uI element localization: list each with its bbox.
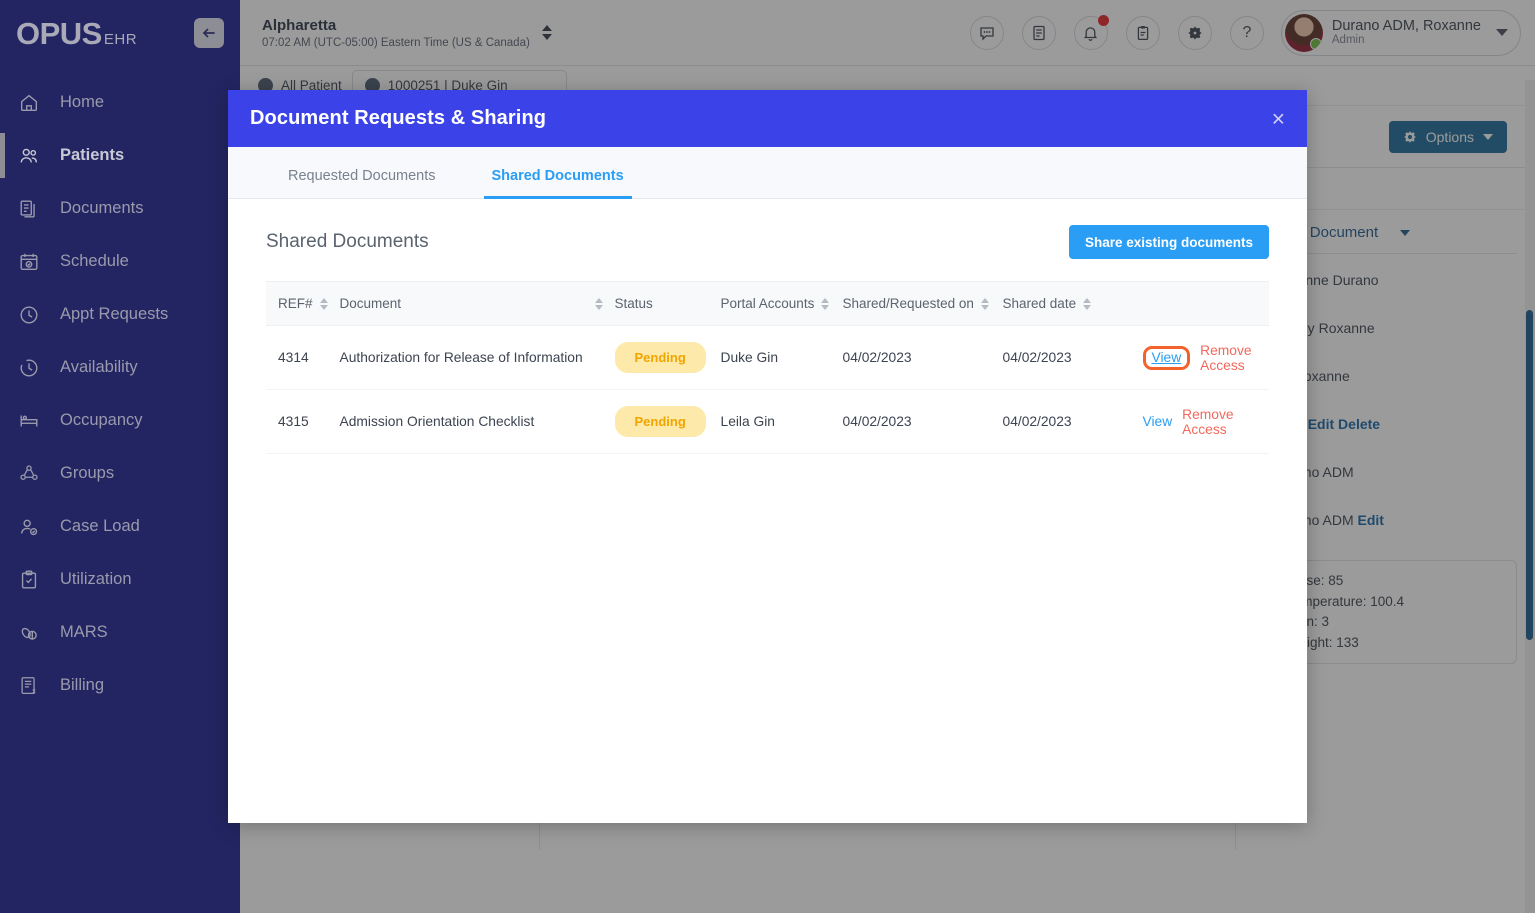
table-row: 4315 Admission Orientation Checklist Pen… [266, 389, 1269, 454]
table-row: 4314 Authorization for Release of Inform… [266, 325, 1269, 390]
column-status: Status [608, 281, 715, 326]
sidebar-item-label: Appt Requests [60, 305, 169, 323]
column-shared-requested-on[interactable]: Shared/Requested on [836, 281, 997, 326]
group-icon [16, 461, 42, 487]
view-link[interactable]: View [1142, 345, 1191, 370]
sidebar-item-schedule[interactable]: Schedule [0, 235, 240, 288]
calendar-check-icon [16, 249, 42, 275]
invoice-dollar-icon [16, 673, 42, 699]
sidebar-item-label: Utilization [60, 570, 132, 588]
column-document[interactable]: Document [333, 281, 609, 326]
column-actions [1136, 281, 1269, 326]
clipboard-check-icon [16, 567, 42, 593]
cell-actions: View Remove Access [1136, 389, 1269, 454]
column-ref[interactable]: REF# [266, 281, 334, 326]
column-label: Shared date [1002, 296, 1077, 311]
cell-portal-account: Duke Gin [714, 325, 837, 390]
modal-title: Document Requests & Sharing [250, 107, 547, 129]
sidebar-item-case-load[interactable]: Case Load [0, 500, 240, 553]
sidebar: OPUS EHR Home Patients Documents Schedul… [0, 0, 240, 913]
status-badge: Pending [614, 342, 706, 373]
cell-shared-requested-on: 04/02/2023 [836, 389, 997, 454]
remove-access-link[interactable]: Remove Access [1182, 407, 1263, 437]
status-badge: Pending [614, 406, 706, 437]
sidebar-nav: Home Patients Documents Schedule Appt Re… [0, 76, 240, 712]
cell-status: Pending [608, 325, 715, 390]
sort-icon[interactable] [980, 297, 989, 310]
sidebar-item-mars[interactable]: MARS [0, 606, 240, 659]
sidebar-item-label: Documents [60, 199, 144, 217]
sidebar-item-home[interactable]: Home [0, 76, 240, 129]
tab-shared-documents[interactable]: Shared Documents [483, 168, 632, 199]
sidebar-item-label: Groups [60, 464, 115, 482]
view-link[interactable]: View [1143, 414, 1173, 429]
column-label: Document [339, 296, 402, 311]
tab-requested-documents[interactable]: Requested Documents [280, 168, 444, 198]
column-label: Status [614, 296, 653, 311]
sort-icon[interactable] [1083, 297, 1092, 310]
sidebar-item-appt-requests[interactable]: Appt Requests [0, 288, 240, 341]
cell-shared-requested-on: 04/02/2023 [836, 325, 997, 390]
clock-icon [16, 302, 42, 328]
column-label: Portal Accounts [720, 296, 815, 311]
sidebar-item-label: Availability [60, 358, 138, 376]
cell-ref: 4315 [266, 389, 334, 454]
sidebar-item-documents[interactable]: Documents [0, 182, 240, 235]
cell-shared-date: 04/02/2023 [996, 325, 1137, 390]
remove-access-link[interactable]: Remove Access [1200, 343, 1263, 373]
bed-icon [16, 408, 42, 434]
cell-shared-date: 04/02/2023 [996, 389, 1137, 454]
user-check-icon [16, 514, 42, 540]
brand-suffix: EHR [103, 30, 138, 48]
clock-partial-icon [16, 355, 42, 381]
sort-icon[interactable] [594, 297, 603, 310]
home-icon [16, 90, 42, 116]
sidebar-item-patients[interactable]: Patients [0, 129, 240, 182]
sort-icon[interactable] [821, 297, 830, 310]
section-title: Shared Documents [266, 231, 429, 252]
section-header: Shared Documents Share existing document… [266, 225, 1269, 259]
sidebar-item-utilization[interactable]: Utilization [0, 553, 240, 606]
sidebar-item-label: Patients [60, 146, 125, 164]
column-shared-date[interactable]: Shared date [996, 281, 1137, 326]
users-icon [16, 143, 42, 169]
cell-status: Pending [608, 389, 715, 454]
document-requests-modal: Document Requests & Sharing × Requested … [228, 90, 1307, 823]
modal-tabs: Requested Documents Shared Documents [228, 147, 1307, 199]
cell-ref: 4314 [266, 325, 334, 390]
sidebar-item-label: Case Load [60, 517, 140, 535]
shared-documents-table: REF# Document Status Portal Accounts Sha [266, 281, 1269, 454]
sidebar-item-label: Occupancy [60, 411, 143, 429]
sidebar-item-label: MARS [60, 623, 108, 641]
sidebar-item-label: Home [60, 93, 105, 111]
sidebar-item-availability[interactable]: Availability [0, 341, 240, 394]
brand-mark: OPUS [16, 15, 102, 51]
cell-actions: View Remove Access [1136, 325, 1269, 390]
sidebar-item-occupancy[interactable]: Occupancy [0, 394, 240, 447]
modal-body: Shared Documents Share existing document… [228, 199, 1307, 823]
pills-icon [16, 620, 42, 646]
modal-header: Document Requests & Sharing × [228, 90, 1307, 147]
arrow-left-icon[interactable] [194, 18, 224, 48]
cell-portal-account: Leila Gin [714, 389, 837, 454]
table-header-row: REF# Document Status Portal Accounts Sha [266, 281, 1269, 326]
sidebar-item-groups[interactable]: Groups [0, 447, 240, 500]
sidebar-item-label: Billing [60, 676, 105, 694]
documents-icon [16, 196, 42, 222]
sidebar-item-billing[interactable]: Billing [0, 659, 240, 712]
column-portal-accounts[interactable]: Portal Accounts [714, 281, 837, 326]
column-label: REF# [278, 296, 313, 311]
close-icon[interactable]: × [1272, 107, 1285, 130]
cell-document: Admission Orientation Checklist [333, 389, 609, 454]
share-existing-documents-button[interactable]: Share existing documents [1068, 225, 1269, 259]
sort-icon[interactable] [319, 297, 328, 310]
cell-document: Authorization for Release of Information [333, 325, 609, 390]
column-label: Shared/Requested on [842, 296, 974, 311]
sidebar-item-label: Schedule [60, 252, 129, 270]
